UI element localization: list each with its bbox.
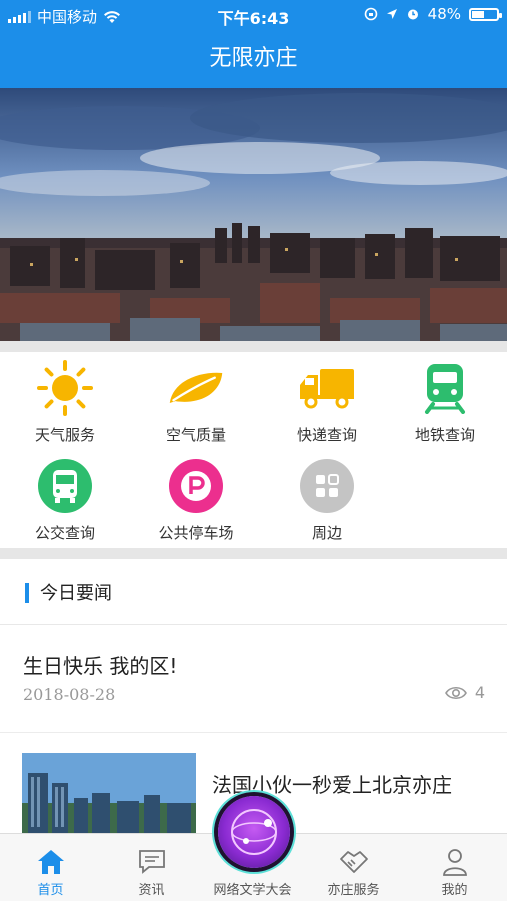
service-label: 地铁查询	[414, 426, 475, 444]
tab-yizhuang-service[interactable]: 亦庄服务	[303, 834, 404, 901]
news-section-header: 今日要闻	[0, 559, 507, 625]
battery-icon	[469, 7, 502, 21]
rotation-lock-icon	[364, 7, 377, 21]
literature-conference-button[interactable]	[218, 796, 290, 868]
leaf-icon	[166, 358, 226, 418]
nav-bar: 无限亦庄	[0, 30, 507, 88]
banner-image[interactable]	[0, 88, 507, 341]
bus-icon	[35, 456, 95, 516]
tab-mine[interactable]: 我的	[404, 834, 505, 901]
service-express[interactable]: 快递查询	[264, 358, 390, 445]
page-title: 无限亦庄	[209, 46, 298, 71]
service-label: 周边	[311, 524, 342, 542]
service-parking[interactable]: 公共停车场	[133, 456, 259, 543]
globe-icon	[231, 809, 277, 855]
tab-label: 我的	[441, 883, 468, 898]
service-weather[interactable]: 天气服务	[2, 358, 128, 445]
sun-icon	[35, 358, 95, 418]
divider	[0, 548, 507, 559]
news-title: 生日快乐 我的区!	[23, 654, 178, 678]
battery-percent: 48%	[427, 5, 461, 23]
service-nearby[interactable]: 周边	[264, 456, 390, 543]
truck-icon	[297, 358, 357, 418]
news-title: 法国小伙一秒爱上北京亦庄	[212, 773, 452, 797]
section-title: 今日要闻	[40, 583, 112, 604]
home-icon	[35, 846, 67, 878]
handshake-icon	[338, 846, 370, 878]
status-right: 48%	[364, 5, 502, 23]
service-label: 快递查询	[296, 426, 357, 444]
eye-icon	[444, 686, 467, 699]
status-bar: 中国移动 下午6:43 48%	[0, 0, 507, 30]
section-accent-bar	[25, 583, 29, 603]
news-views: 4	[444, 683, 485, 702]
tab-label: 首页	[37, 883, 64, 898]
news-date: 2018-08-28	[23, 685, 116, 704]
tab-home[interactable]: 首页	[0, 834, 101, 901]
service-label: 空气质量	[165, 426, 226, 444]
divider	[0, 341, 507, 352]
user-icon	[439, 846, 471, 878]
city-sunset-picture	[0, 88, 507, 341]
service-label: 公共停车场	[158, 524, 234, 542]
location-icon	[386, 9, 397, 19]
parking-icon	[166, 456, 226, 516]
grid-icon	[297, 456, 357, 516]
service-air-quality[interactable]: 空气质量	[133, 358, 259, 445]
tab-label: 亦庄服务	[327, 883, 380, 898]
chat-icon	[136, 846, 168, 878]
tab-label: 资讯	[138, 883, 165, 898]
service-grid: 天气服务 空气质量 快递查询 地铁查询 公交查询 公共停车场 周边	[0, 352, 507, 548]
service-subway[interactable]: 地铁查询	[382, 358, 507, 445]
news-item[interactable]: 生日快乐 我的区! 2018-08-28 4	[0, 625, 507, 733]
alarm-icon	[407, 9, 418, 20]
service-label: 天气服务	[34, 426, 95, 444]
news-thumbnail	[22, 753, 196, 833]
tab-label: 网络文学大会	[213, 883, 292, 898]
tab-news[interactable]: 资讯	[101, 834, 202, 901]
battery-fill	[472, 10, 484, 18]
service-bus[interactable]: 公交查询	[2, 456, 128, 543]
subway-icon	[415, 358, 475, 418]
service-label: 公交查询	[34, 524, 95, 542]
views-count: 4	[474, 683, 485, 702]
